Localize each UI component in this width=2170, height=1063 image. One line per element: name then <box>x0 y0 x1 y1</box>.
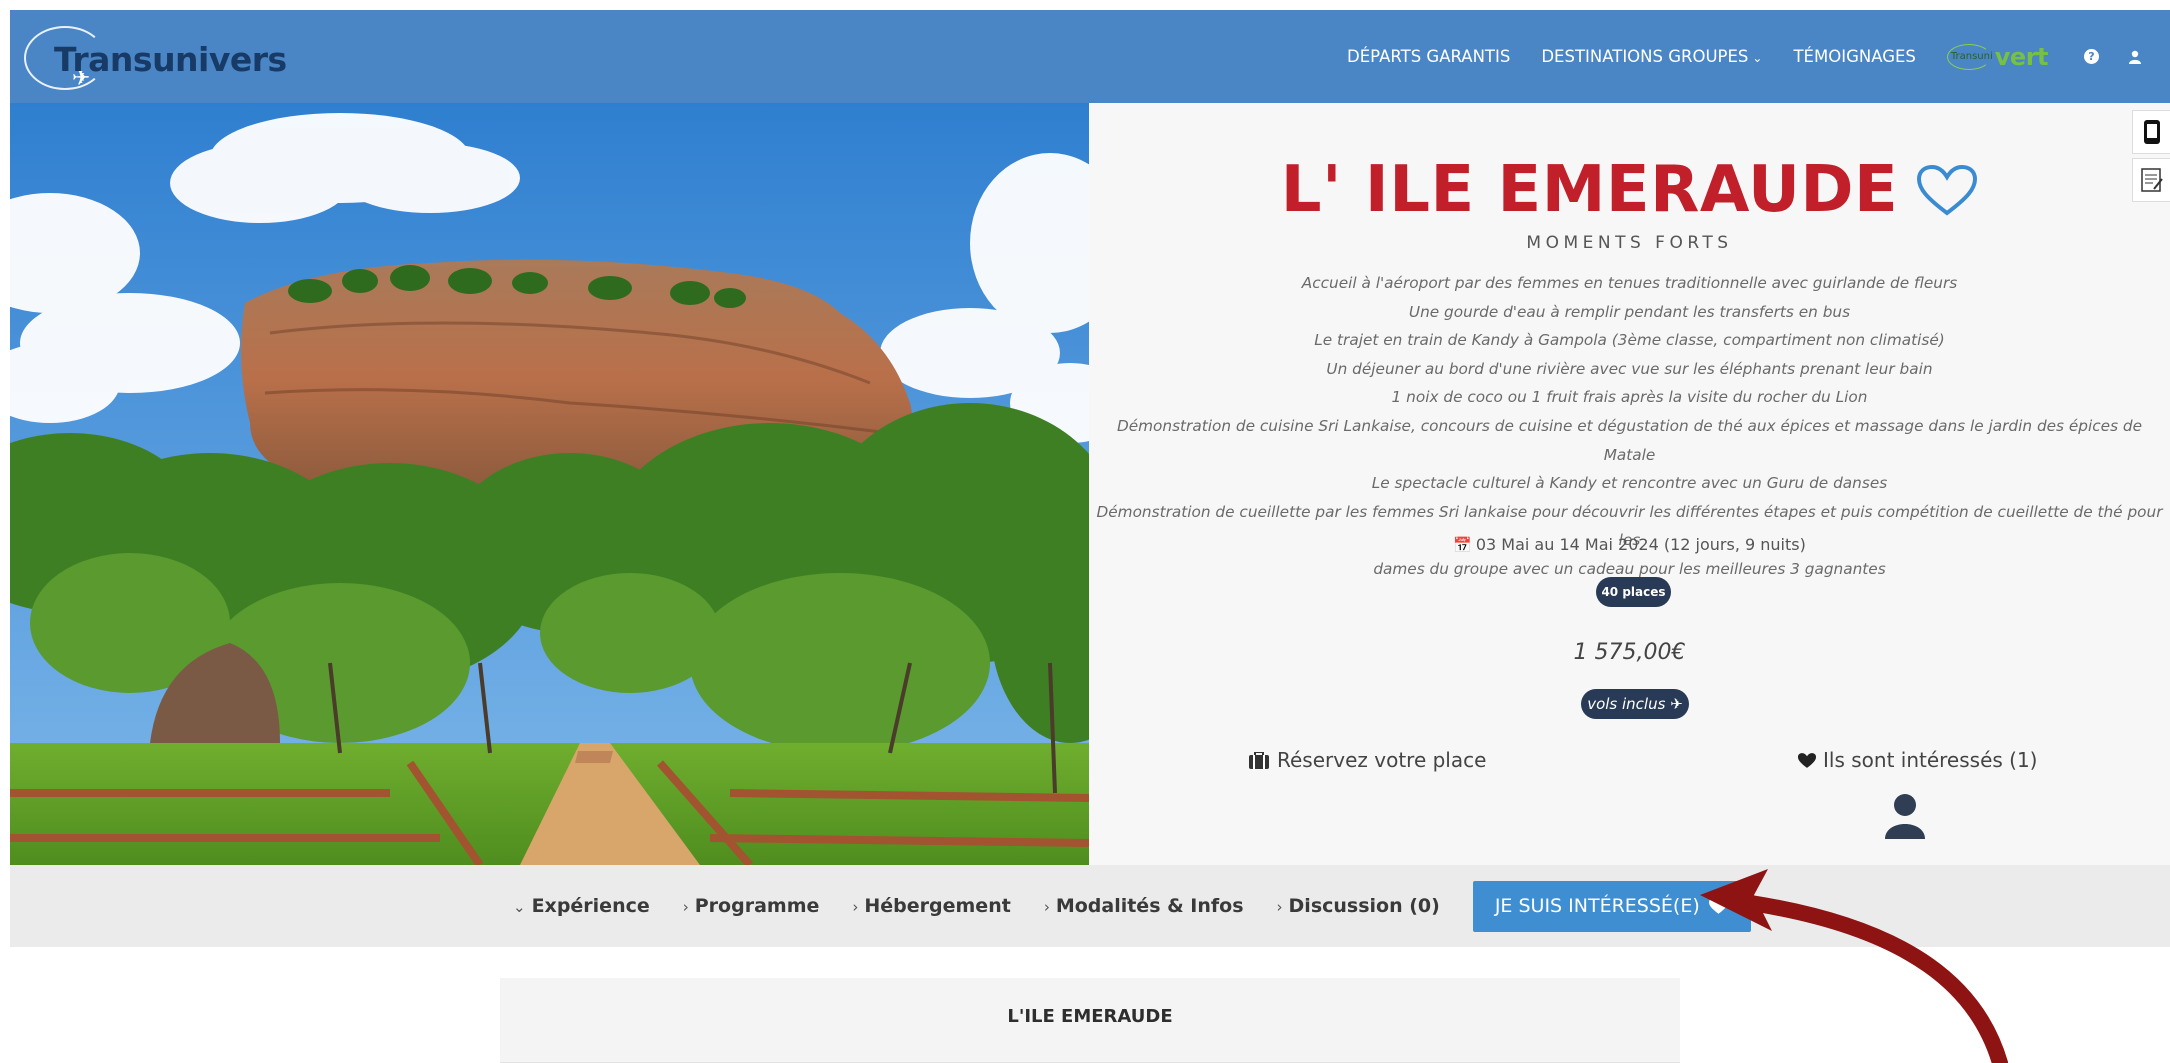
flights-included-text: vols inclus <box>1587 695 1666 713</box>
trip-tabs-bar: ⌄ Expérience › Programme › Hébergement › Mod… <box>10 865 2170 947</box>
interested-user-avatar[interactable] <box>1885 793 1925 839</box>
moment-line: Accueil à l'aéroport par des femmes en t… <box>1301 274 1958 292</box>
nav-destinations-groupes[interactable]: DESTINATIONS GROUPES ⌄ <box>1541 47 1762 66</box>
hero-panel: L' ILE EMERAUDE MOMENTS FORTS Accueil à … <box>1089 103 2170 865</box>
trip-dates: 📅 03 Mai au 14 Mai 2024 (12 jours, 9 nuit… <box>1089 535 2170 554</box>
interested-count: Ils sont intéressés (1) <box>1797 748 2037 772</box>
moments-forts-heading: MOMENTS FORTS <box>1526 233 1733 253</box>
tab-programme[interactable]: › Programme <box>683 895 820 917</box>
trip-title: L' ILE EMERAUDE <box>1089 153 2170 227</box>
form-document-icon[interactable] <box>2132 158 2170 202</box>
tab-experience-label: Expérience <box>531 895 650 917</box>
vert-logo-ring <box>1946 43 1991 70</box>
heart-icon <box>1797 752 1817 769</box>
chevron-right-icon: › <box>1276 898 1283 916</box>
chevron-right-icon: › <box>1043 898 1050 916</box>
suitcase-icon <box>1249 751 1269 769</box>
chevron-right-icon: › <box>682 898 689 916</box>
interested-label: Ils sont intéressés (1) <box>1823 748 2038 772</box>
logo-text: Transunivers <box>54 40 287 79</box>
trip-tabs: ⌄ Expérience › Programme › Hébergement › Mod… <box>513 865 1751 947</box>
vert-logo-big-text: vert <box>1994 42 2049 71</box>
user-icon[interactable] <box>2127 49 2142 64</box>
favorite-heart-icon[interactable] <box>1916 164 1978 216</box>
tab-modalites-infos[interactable]: › Modalités & Infos <box>1044 895 1244 917</box>
tab-modalites-label: Modalités & Infos <box>1055 895 1244 917</box>
moment-line: Une gourde d'eau à remplir pendant les t… <box>1408 302 1851 321</box>
moment-line: Un déjeuner au bord d'une rivière avec v… <box>1326 359 1933 378</box>
trip-title-text: L' ILE EMERAUDE <box>1280 153 1899 227</box>
nav-destinations-label: DESTINATIONS GROUPES <box>1541 47 1749 66</box>
heart-icon <box>1708 897 1729 915</box>
tab-discussion[interactable]: › Discussion (0) <box>1277 895 1440 917</box>
tab-programme-label: Programme <box>694 895 820 917</box>
tab-experience[interactable]: ⌄ Expérience <box>513 895 650 917</box>
chevron-right-icon: › <box>852 898 859 916</box>
interest-button-label: JE SUIS INTÉRESSÉ(E) <box>1494 895 1700 917</box>
moment-line: Le trajet en train de Kandy à Gampola (3… <box>1314 331 1945 350</box>
section-title: L'ILE EMERAUDE <box>1007 1006 1173 1027</box>
flights-included-badge: vols inclus ✈ <box>1581 689 1689 719</box>
moment-line: Le spectacle culturel à Kandy et rencont… <box>1371 474 1888 493</box>
chevron-down-icon: ⌄ <box>513 898 526 916</box>
floating-side-icons <box>2132 110 2170 206</box>
moment-line: Démonstration de cuisine Sri Lankaise, c… <box>1116 416 2143 464</box>
site-logo[interactable]: ✈ Transunivers <box>24 20 287 98</box>
nav-temoignages[interactable]: TÉMOIGNAGES <box>1793 47 1915 66</box>
transunivert-logo[interactable]: Transuni vert <box>1946 42 2049 71</box>
places-badge: 40 places <box>1596 577 1671 607</box>
tab-hebergement[interactable]: › Hébergement <box>852 895 1010 917</box>
nav-departs-garantis[interactable]: DÉPARTS GARANTIS <box>1347 47 1510 66</box>
chevron-down-icon: ⌄ <box>1752 51 1763 65</box>
tab-hebergement-label: Hébergement <box>864 895 1011 917</box>
reserve-place-label: Réservez votre place <box>1277 748 1487 772</box>
trip-price: 1 575,00€ <box>1573 640 1686 665</box>
je-suis-interesse-button[interactable]: JE SUIS INTÉRESSÉ(E) <box>1472 880 1751 932</box>
trip-dates-text: 03 Mai au 14 Mai 2024 (12 jours, 9 nuits… <box>1475 535 1806 554</box>
airplane-icon: ✈ <box>1670 695 1683 713</box>
phone-icon[interactable] <box>2132 110 2170 154</box>
reserve-place-link[interactable]: Réservez votre place <box>1249 748 1486 772</box>
tab-discussion-label: Discussion (0) <box>1288 895 1440 917</box>
site-header: ✈ Transunivers DÉPARTS GARANTIS DESTINAT… <box>10 10 2170 103</box>
content-section: L'ILE EMERAUDE <box>500 978 1680 1063</box>
main-nav: DÉPARTS GARANTIS DESTINATIONS GROUPES ⌄ T… <box>1347 10 2170 103</box>
calendar-icon: 📅 <box>1453 536 1472 554</box>
hero-image-sigiriya-rock <box>10 103 1089 865</box>
moment-line: 1 noix de coco ou 1 fruit frais après la… <box>1391 388 1868 407</box>
help-icon[interactable]: ? <box>2084 49 2099 64</box>
